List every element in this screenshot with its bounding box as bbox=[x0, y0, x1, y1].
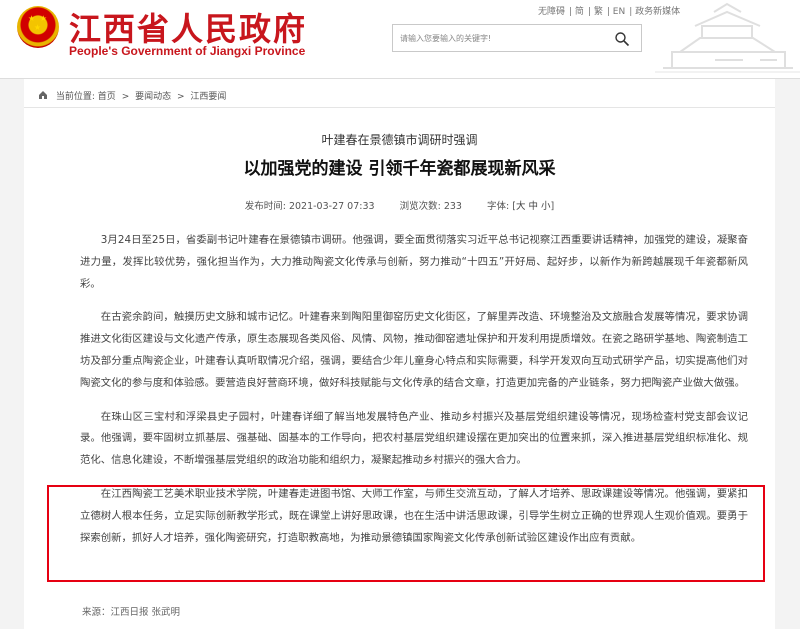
article-paragraph: 在珠山区三宝村和浮梁县史子园村，叶建春详细了解当地发展特色产业、推动乡村振兴及基… bbox=[80, 410, 748, 467]
article-body: 3月24日至25日，省委副书记叶建春在景德镇市调研。他强调，要全面贯彻落实习近平… bbox=[80, 230, 748, 561]
view-count-label: 浏览次数: bbox=[399, 201, 441, 212]
article-meta: 发布时间: 2021-03-27 07:33 浏览次数: 233 字体: [大 … bbox=[24, 198, 775, 212]
breadcrumb: 当前位置: 首页 > 要闻动态 > 江西要闻 bbox=[38, 89, 226, 102]
publish-time-value: 2021-03-27 07:33 bbox=[288, 201, 375, 212]
article-title: 以加强党的建设 引领千年瓷都展现新风采 bbox=[243, 159, 556, 179]
breadcrumb-separator: > bbox=[121, 92, 130, 102]
site-header: ★ ★ ★ 江西省人民政府 People's Government of Jia… bbox=[0, 0, 800, 78]
view-count-value: 233 bbox=[443, 201, 462, 212]
pavilion-skyline-decoration bbox=[655, 2, 800, 73]
search-button[interactable] bbox=[603, 25, 641, 51]
home-icon bbox=[39, 91, 47, 99]
accessibility-link[interactable]: 无障碍 bbox=[538, 7, 565, 17]
search-box bbox=[392, 24, 642, 52]
article-source: 来源：江西日报 张武明 bbox=[82, 607, 181, 618]
font-size-medium[interactable]: 中 bbox=[528, 201, 538, 212]
breadcrumb-label: 当前位置: bbox=[55, 92, 95, 102]
font-size-control: 字体: [大 中 小] bbox=[487, 201, 555, 212]
english-link[interactable]: EN bbox=[613, 7, 625, 17]
article-paragraph-highlighted: 在江西陶瓷工艺美术职业技术学院，叶建春走进图书馆、大师工作室，与师生交流互动，了… bbox=[80, 487, 748, 544]
font-size-small[interactable]: 小 bbox=[541, 201, 551, 212]
article-kicker: 叶建春在景德镇市调研时强调 bbox=[321, 133, 478, 147]
traditional-link[interactable]: 繁 bbox=[594, 7, 603, 17]
view-count: 浏览次数: 233 bbox=[400, 201, 465, 212]
breadcrumb-jiangxi-news[interactable]: 江西要闻 bbox=[190, 92, 226, 102]
search-input[interactable] bbox=[393, 25, 603, 51]
search-icon bbox=[615, 32, 630, 47]
article-paragraph: 3月24日至25日，省委副书记叶建春在景德镇市调研。他强调，要全面贯彻落实习近平… bbox=[80, 234, 748, 290]
breadcrumb-home[interactable]: 首页 bbox=[98, 92, 116, 102]
breadcrumb-separator: > bbox=[177, 92, 185, 102]
font-size-large[interactable]: 大 bbox=[516, 201, 526, 212]
publish-time: 发布时间: 2021-03-27 07:33 bbox=[245, 201, 378, 212]
article-paragraph: 在古瓷余韵间，触摸历史文脉和城市记忆。叶建春来到陶阳里御窑历史文化街区，了解里弄… bbox=[80, 311, 748, 389]
publish-time-label: 发布时间: bbox=[244, 201, 286, 212]
national-emblem-icon: ★ ★ ★ bbox=[17, 6, 59, 48]
breadcrumb-divider bbox=[24, 107, 775, 108]
simplified-link[interactable]: 简 bbox=[575, 7, 584, 17]
breadcrumb-news[interactable]: 要闻动态 bbox=[135, 92, 171, 102]
article-panel: 当前位置: 首页 > 要闻动态 > 江西要闻 叶建春在景德镇市调研时强调 以加强… bbox=[24, 79, 775, 629]
site-subtitle: People's Government of Jiangxi Province bbox=[69, 44, 306, 58]
font-size-label: 字体: bbox=[487, 201, 510, 212]
